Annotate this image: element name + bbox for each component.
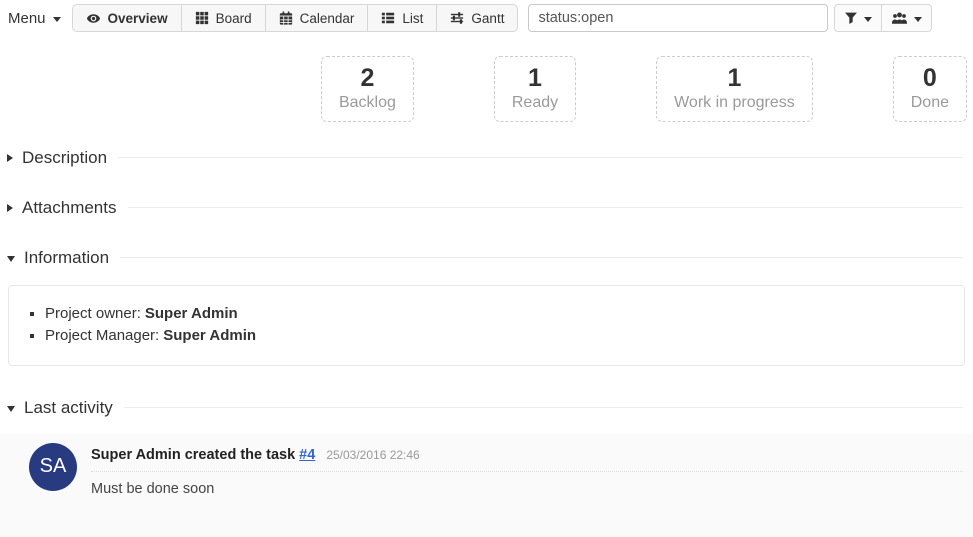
stat-value: 0 xyxy=(911,64,949,93)
chevron-down-icon xyxy=(7,406,15,412)
info-value: Super Admin xyxy=(163,327,256,344)
grid-icon xyxy=(195,11,209,25)
eye-icon xyxy=(86,11,101,26)
section-header-description[interactable]: Description xyxy=(7,148,963,168)
stat-label: Ready xyxy=(512,94,558,112)
tab-list[interactable]: List xyxy=(368,5,437,31)
section-title: Information xyxy=(24,248,109,268)
stat-value: 1 xyxy=(512,64,558,93)
section-header-last-activity[interactable]: Last activity xyxy=(7,398,963,418)
stat-box-done: 0 Done xyxy=(893,56,967,122)
stat-label: Backlog xyxy=(339,94,396,112)
tab-overview[interactable]: Overview xyxy=(73,5,182,31)
stat-label: Work in progress xyxy=(674,94,795,112)
tab-label: List xyxy=(402,11,423,26)
avatar: SA xyxy=(29,443,77,491)
divider xyxy=(124,407,963,408)
activity-content: Super Admin created the task #4 25/03/201… xyxy=(91,443,963,497)
toolbar: Menu Overview Board xyxy=(0,0,973,33)
activity-event: SA Super Admin created the task #4 25/03/… xyxy=(0,434,973,537)
info-value: Super Admin xyxy=(145,305,238,322)
chevron-down-icon xyxy=(914,17,922,22)
section-header-information[interactable]: Information xyxy=(7,248,963,268)
information-panel: Project owner:Super Admin Project Manage… xyxy=(8,285,965,366)
section-header-attachments[interactable]: Attachments xyxy=(7,198,963,218)
tab-label: Calendar xyxy=(300,11,355,26)
chevron-down-icon xyxy=(864,17,872,22)
avatar-initials: SA xyxy=(40,455,67,478)
info-label: Project Manager: xyxy=(45,327,159,344)
activity-comment: Must be done soon xyxy=(91,481,963,497)
list-item-project-manager: Project Manager:Super Admin xyxy=(45,325,954,347)
filter-icon xyxy=(844,11,858,25)
stat-box-work-in-progress: 1 Work in progress xyxy=(656,56,813,122)
sliders-icon xyxy=(450,11,464,25)
divider xyxy=(128,207,964,208)
calendar-icon xyxy=(279,11,293,25)
column-stats: 2 Backlog 1 Ready 1 Work in progress 0 D… xyxy=(0,56,967,122)
activity-timestamp: 25/03/2016 22:46 xyxy=(326,448,419,462)
activity-title-text: Super Admin created the task xyxy=(91,447,295,463)
tab-board[interactable]: Board xyxy=(182,5,266,31)
users-dropdown-button[interactable] xyxy=(881,5,931,31)
stat-value: 2 xyxy=(339,64,396,93)
list-item-project-owner: Project owner:Super Admin xyxy=(45,303,954,325)
chevron-right-icon xyxy=(7,154,13,162)
menu-button[interactable]: Menu xyxy=(8,10,61,27)
tab-label: Overview xyxy=(108,11,168,26)
information-list: Project owner:Super Admin Project Manage… xyxy=(23,303,954,347)
tab-calendar[interactable]: Calendar xyxy=(266,5,369,31)
chevron-down-icon xyxy=(53,17,61,22)
divider xyxy=(120,257,963,258)
users-icon xyxy=(891,11,908,26)
stat-box-backlog: 2 Backlog xyxy=(321,56,414,122)
divider xyxy=(118,157,963,158)
task-link[interactable]: #4 xyxy=(299,447,315,463)
search-input[interactable] xyxy=(528,4,828,32)
filter-dropdown-button[interactable] xyxy=(835,5,881,31)
section-title: Last activity xyxy=(24,398,113,418)
section-title: Description xyxy=(22,148,107,168)
tab-gantt[interactable]: Gantt xyxy=(437,5,517,31)
chevron-right-icon xyxy=(7,204,13,212)
activity-title: Super Admin created the task #4 25/03/201… xyxy=(91,447,963,472)
tab-label: Gantt xyxy=(471,11,504,26)
stat-label: Done xyxy=(911,94,949,112)
list-icon xyxy=(381,11,395,25)
section-title: Attachments xyxy=(22,198,117,218)
tab-label: Board xyxy=(216,11,252,26)
menu-label: Menu xyxy=(8,10,46,27)
chevron-down-icon xyxy=(7,256,15,262)
filter-group xyxy=(834,4,932,32)
stat-box-ready: 1 Ready xyxy=(494,56,576,122)
info-label: Project owner: xyxy=(45,305,141,322)
view-switcher: Overview Board xyxy=(72,4,519,32)
stat-value: 1 xyxy=(674,64,795,93)
